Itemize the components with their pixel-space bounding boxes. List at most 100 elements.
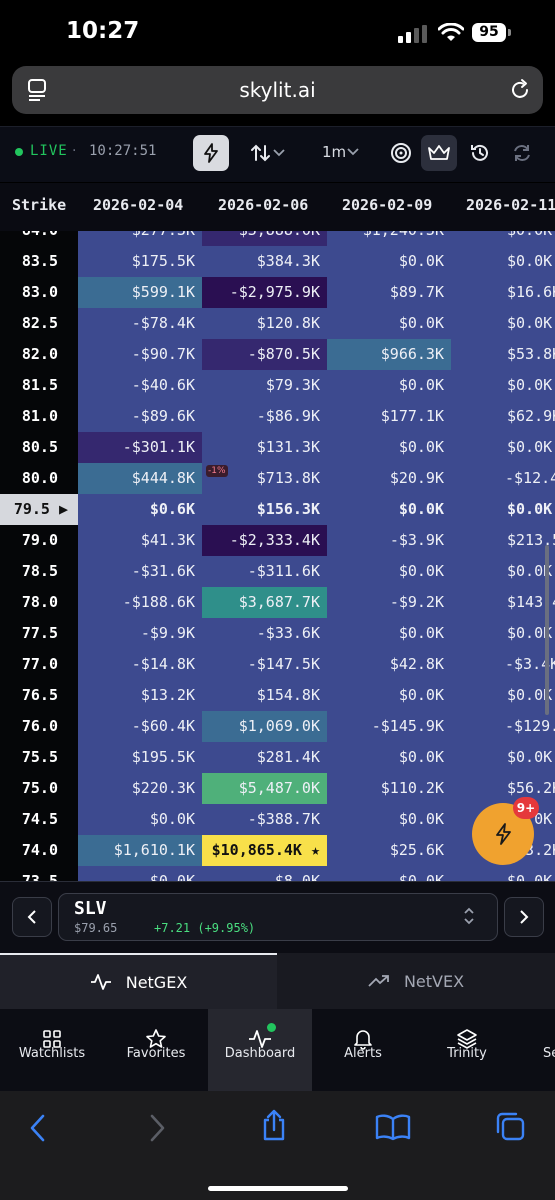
gex-value-cell[interactable]: -$3.9K [327, 525, 451, 556]
next-ticker-button[interactable] [504, 897, 544, 937]
gex-value-cell[interactable]: -$8.0K [202, 866, 327, 881]
table-row[interactable]: 77.0 -$14.8K -$147.5K $42.8K -$3.4K [0, 649, 555, 680]
gex-value-cell[interactable]: $0.6K [78, 494, 202, 525]
gex-value-cell[interactable]: -$2,333.4K [202, 525, 327, 556]
gex-value-cell[interactable]: $1,610.1K [78, 835, 202, 866]
gex-value-cell[interactable]: $16.6K [451, 277, 555, 308]
gex-value-cell[interactable]: $444.8K [78, 463, 202, 494]
gex-value-cell[interactable]: $0.0K [327, 494, 451, 525]
gex-value-cell[interactable]: $0.0K [451, 308, 555, 339]
gex-value-cell[interactable]: $0.0K [327, 432, 451, 463]
gex-value-cell[interactable]: $0.0K [451, 370, 555, 401]
table-row[interactable]: 75.0$220.3K$5,487.0K$110.2K$56.2K [0, 773, 555, 804]
gex-value-cell[interactable]: -$301.1K [78, 432, 202, 463]
gex-value-cell[interactable]: $0.0K [327, 556, 451, 587]
gex-value-cell[interactable]: $0.0K [327, 742, 451, 773]
gex-value-cell[interactable]: $0.0K [78, 804, 202, 835]
gex-value-cell[interactable]: $110.2K [327, 773, 451, 804]
share-icon[interactable] [260, 1108, 288, 1142]
gex-value-cell[interactable]: $0.0K [327, 866, 451, 881]
gex-value-cell[interactable]: $281.4K [202, 742, 327, 773]
nav-settings[interactable]: Se [519, 1009, 555, 1091]
gex-value-cell[interactable]: $277.3K [78, 231, 202, 246]
gex-value-cell[interactable]: $154.8K [202, 680, 327, 711]
table-row[interactable]: 84.0$277.3K$3,888.0K$1,240.3K$0.0K [0, 231, 555, 246]
gex-value-cell[interactable]: -$9.9K [78, 618, 202, 649]
table-row[interactable]: 83.0$599.1K-$2,975.9K$89.7K$16.6K [0, 277, 555, 308]
gex-value-cell[interactable]: $195.5K [78, 742, 202, 773]
gex-value-cell[interactable]: $1,069.0K [202, 711, 327, 742]
gex-value-cell[interactable]: $966.3K [327, 339, 451, 370]
target-button[interactable] [384, 135, 418, 171]
gex-value-cell[interactable]: $0.0K [327, 308, 451, 339]
gex-value-cell[interactable]: -$147.5K [202, 649, 327, 680]
header-expiry-1[interactable]: 2026-02-04 [93, 196, 183, 214]
forward-icon[interactable] [146, 1113, 168, 1143]
gex-value-cell[interactable]: $143.4K [451, 587, 555, 618]
back-icon[interactable] [27, 1113, 49, 1143]
refresh-button[interactable] [505, 135, 539, 171]
gex-value-cell[interactable]: $25.6K [327, 835, 451, 866]
gex-value-cell[interactable]: $0.0K [451, 742, 555, 773]
nav-trinity[interactable]: Trinity [415, 1009, 519, 1091]
prev-ticker-button[interactable] [12, 897, 52, 937]
sort-dropdown[interactable] [243, 135, 293, 171]
gex-value-cell[interactable]: -$12.4K [451, 463, 555, 494]
table-row[interactable]: 75.5 $195.5K $281.4K $0.0K $0.0K [0, 742, 555, 773]
ticker-selector[interactable] [58, 893, 498, 941]
gex-value-cell[interactable]: $213.5K [451, 525, 555, 556]
gex-value-cell[interactable]: -$60.4K [78, 711, 202, 742]
gex-value-cell[interactable]: -$9.2K [327, 587, 451, 618]
gex-value-cell[interactable]: $0.0K [451, 494, 555, 525]
nav-alerts[interactable]: Alerts [311, 1009, 415, 1091]
tab-netvex[interactable]: NetVEX [277, 953, 555, 1009]
gex-value-cell[interactable]: $1,240.3K [327, 231, 451, 246]
gex-value-cell[interactable]: $0.0K [327, 618, 451, 649]
chevron-updown-icon[interactable] [462, 906, 476, 926]
gex-value-cell[interactable]: $13.2K [78, 680, 202, 711]
gex-value-cell[interactable]: $599.1K [78, 277, 202, 308]
gex-value-cell[interactable]: -$33.6K [202, 618, 327, 649]
header-expiry-3[interactable]: 2026-02-09 [342, 196, 432, 214]
gex-value-cell[interactable]: -$129.2K [451, 711, 555, 742]
table-row[interactable]: 80.5 -$301.1K $131.3K $0.0K $0.0K [0, 432, 555, 463]
gex-value-cell[interactable]: $41.3K [78, 525, 202, 556]
gex-value-cell[interactable]: $3,888.0K [202, 231, 327, 246]
premium-button[interactable] [421, 135, 457, 171]
gex-value-cell[interactable]: -$90.7K [78, 339, 202, 370]
table-row[interactable]: 76.0-$60.4K$1,069.0K-$145.9K-$129.2K [0, 711, 555, 742]
nav-watchlists[interactable]: Watchlists [0, 1009, 104, 1091]
reload-icon[interactable] [508, 78, 532, 102]
bookmarks-icon[interactable] [375, 1113, 411, 1141]
table-row[interactable]: 82.0-$90.7K-$870.5K$966.3K$53.8K [0, 339, 555, 370]
gex-value-cell[interactable]: $0.0K [451, 432, 555, 463]
gex-value-cell[interactable]: $220.3K [78, 773, 202, 804]
gex-value-cell[interactable]: $42.8K [327, 649, 451, 680]
gex-value-cell[interactable]: $20.9K [327, 463, 451, 494]
nav-dashboard[interactable]: Dashboard [208, 1009, 312, 1091]
table-row[interactable]: 81.5 -$40.6K $79.3K $0.0K $0.0K [0, 370, 555, 401]
nav-favorites[interactable]: Favorites [104, 1009, 208, 1091]
gex-value-cell[interactable]: $56.2K [451, 773, 555, 804]
gex-value-cell[interactable]: $0.0K [451, 231, 555, 246]
gex-value-cell[interactable]: -$89.6K [78, 401, 202, 432]
gex-value-cell[interactable]: $0.0K [327, 680, 451, 711]
gex-value-cell[interactable]: $120.8K [202, 308, 327, 339]
gex-value-cell[interactable]: $0.0K [451, 866, 555, 881]
header-expiry-4[interactable]: 2026-02-11 [466, 196, 555, 214]
gex-value-cell[interactable]: -$311.6K [202, 556, 327, 587]
table-row[interactable]: 76.5 $13.2K $154.8K $0.0K $0.0K [0, 680, 555, 711]
table-row[interactable]: 79.5 ▶ $0.6K $156.3K $0.0K $0.0K [0, 494, 555, 525]
gex-value-cell[interactable]: $0.0K [327, 246, 451, 277]
gex-value-cell[interactable]: $175.5K [78, 246, 202, 277]
gex-value-cell[interactable]: $0.0K [78, 866, 202, 881]
gex-value-cell[interactable]: $0.0K [327, 804, 451, 835]
gex-value-cell[interactable]: $89.7K [327, 277, 451, 308]
interval-dropdown[interactable]: 1m [322, 143, 346, 161]
gex-value-cell[interactable]: -$31.6K [78, 556, 202, 587]
gex-value-cell[interactable]: $0.0K [451, 618, 555, 649]
gex-value-cell[interactable]: -$2,975.9K [202, 277, 327, 308]
table-row[interactable]: 80.0$444.8K$713.8K$20.9K-$12.4K-1% [0, 463, 555, 494]
tab-netgex[interactable]: NetGEX [0, 953, 277, 1009]
table-row[interactable]: 78.5 -$31.6K -$311.6K $0.0K $0.0K [0, 556, 555, 587]
